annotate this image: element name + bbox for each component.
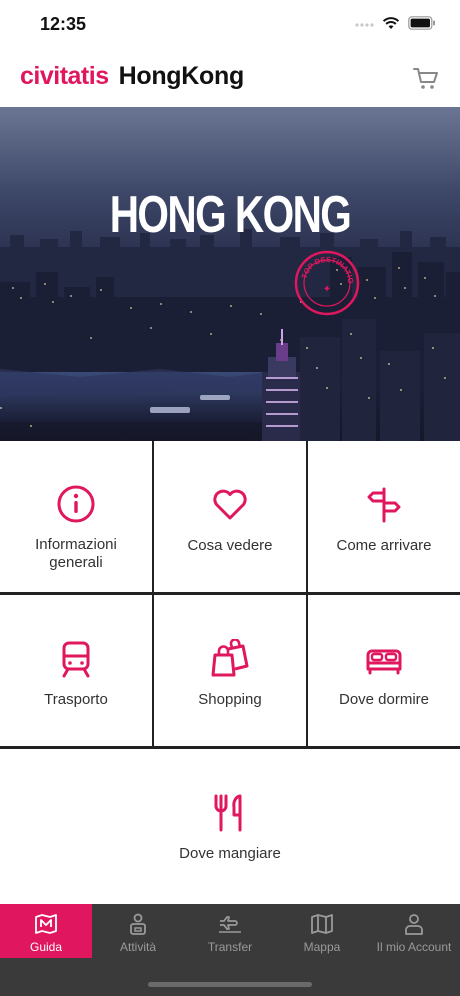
tab-il-mio-account[interactable]: Il mio Account bbox=[368, 904, 460, 958]
menu-item-label: Trasporto bbox=[44, 691, 108, 708]
guide-menu-grid: Informazioni generali Cosa vedere Come a… bbox=[0, 441, 460, 902]
cart-icon bbox=[413, 68, 438, 89]
menu-item-label: Dove dormire bbox=[338, 691, 430, 708]
person-activity-icon bbox=[130, 913, 146, 935]
signal-icon bbox=[355, 23, 374, 27]
menu-item-trasporto[interactable]: Trasporto bbox=[0, 595, 152, 746]
signpost-icon bbox=[364, 485, 404, 525]
svg-text:✦: ✦ bbox=[323, 284, 331, 295]
status-icons bbox=[354, 16, 436, 30]
svg-text:TOP DESTINATION: TOP DESTINATION bbox=[294, 250, 355, 284]
tab-mappa[interactable]: Mappa bbox=[276, 904, 368, 958]
menu-item-label: Shopping bbox=[198, 691, 262, 708]
info-icon bbox=[56, 484, 96, 524]
top-destination-badge: TOP DESTINATION ✦ bbox=[294, 250, 360, 316]
fork-knife-icon bbox=[210, 793, 250, 833]
menu-item-shopping[interactable]: Shopping bbox=[154, 595, 306, 746]
tab-attivita[interactable]: Attività bbox=[92, 904, 184, 958]
menu-item-dove-mangiare[interactable]: Dove mangiare bbox=[0, 749, 460, 902]
app-header: civitatis HongKong bbox=[0, 50, 460, 107]
menu-item-dove-dormire[interactable]: Dove dormire bbox=[308, 595, 460, 746]
battery-icon bbox=[408, 16, 435, 30]
badge-text: TOP DESTINATION bbox=[294, 250, 355, 284]
cart-button[interactable] bbox=[412, 64, 440, 92]
menu-item-cosa-vedere[interactable]: Cosa vedere bbox=[154, 441, 306, 592]
menu-item-label: Come arrivare bbox=[336, 537, 432, 554]
tab-label: Il mio Account bbox=[376, 940, 452, 954]
hero-title: HONG KONG bbox=[109, 186, 352, 244]
hero-banner: HONG KONG TOP DESTINATION ✦ bbox=[0, 107, 460, 441]
home-indicator bbox=[148, 982, 312, 987]
map-guide-icon bbox=[35, 914, 57, 934]
wifi-icon bbox=[382, 17, 400, 29]
plane-icon bbox=[219, 916, 241, 933]
tab-guida[interactable]: Guida bbox=[0, 904, 92, 958]
menu-item-label: Dove mangiare bbox=[179, 845, 281, 862]
shopping-bags-icon bbox=[210, 639, 250, 679]
menu-item-label: Cosa vedere bbox=[187, 537, 273, 554]
status-time: 12:35 bbox=[40, 14, 87, 34]
brand-logo: civitatis bbox=[20, 62, 109, 90]
train-icon bbox=[56, 639, 96, 679]
menu-item-informazioni-generali[interactable]: Informazioni generali bbox=[0, 441, 152, 592]
tab-label: Transfer bbox=[207, 940, 253, 954]
tab-transfer[interactable]: Transfer bbox=[184, 904, 276, 958]
tab-label: Attività bbox=[119, 940, 156, 954]
heart-icon bbox=[210, 485, 250, 525]
brand: civitatis HongKong bbox=[20, 62, 244, 91]
brand-city-title: HongKong bbox=[118, 62, 245, 90]
tab-label: Mappa bbox=[303, 940, 341, 954]
map-icon bbox=[311, 914, 333, 934]
tab-label: Guida bbox=[29, 940, 63, 954]
city-skyline-image bbox=[0, 107, 460, 441]
menu-item-come-arrivare[interactable]: Come arrivare bbox=[308, 441, 460, 592]
bed-icon bbox=[364, 639, 404, 679]
user-icon bbox=[405, 914, 423, 935]
menu-item-label: Informazioni generali bbox=[35, 536, 117, 571]
status-bar: 12:35 bbox=[0, 0, 460, 50]
